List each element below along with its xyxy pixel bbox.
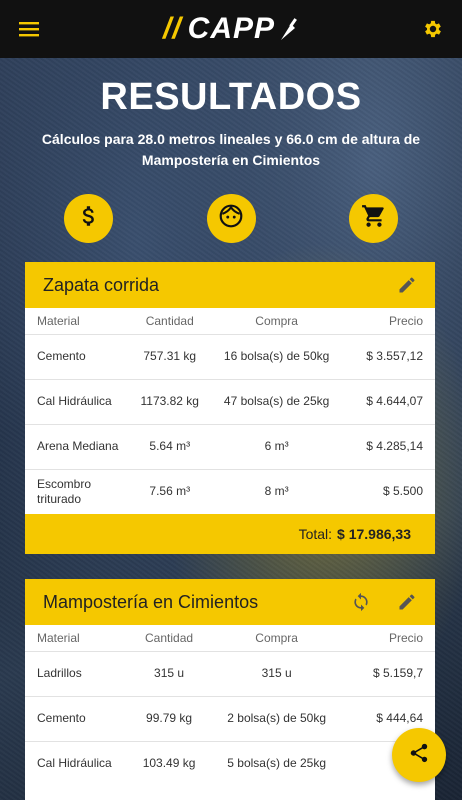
trowel-icon bbox=[281, 18, 297, 40]
purchase-cell: 6 m³ bbox=[207, 423, 346, 469]
action-buttons bbox=[0, 194, 462, 243]
card-header: Zapata corrida bbox=[25, 262, 435, 308]
price-cell: $ 5.159,7 bbox=[346, 650, 435, 696]
zapata-corrida-card: Zapata corrida Material Cantidad Compra … bbox=[25, 262, 435, 554]
price-cell: $ 4.285,14 bbox=[345, 423, 435, 469]
page-title: RESULTADOS bbox=[100, 76, 362, 118]
column-header: Precio bbox=[388, 313, 423, 328]
column-header: Material bbox=[37, 630, 80, 645]
card-title: Mampostería en Cimientos bbox=[43, 591, 259, 612]
price-cell: $ 5.500 bbox=[345, 468, 435, 514]
gear-icon[interactable] bbox=[420, 16, 446, 42]
column-header: Compra bbox=[255, 630, 298, 645]
card-title: Zapata corrida bbox=[43, 274, 160, 295]
total-label: Total: bbox=[298, 526, 333, 542]
material-cell: Ladrillos bbox=[25, 650, 132, 696]
purchase-cell: 47 bolsa(s) de 25kg bbox=[207, 378, 346, 424]
profile-button[interactable] bbox=[206, 194, 256, 243]
quantity-cell: 757.31 kg bbox=[131, 333, 208, 379]
purchase-cell: 315 u bbox=[206, 650, 347, 696]
total-bar: Total: $ 17.986,33 bbox=[25, 514, 435, 554]
table-row: Cal Hidráulica 103.49 kg 5 bolsa(s) de 2… bbox=[25, 740, 435, 786]
quantity-cell: 5.64 m³ bbox=[131, 423, 208, 469]
column-header: Precio bbox=[388, 630, 423, 645]
table-row: Cemento 99.79 kg 2 bolsa(s) de 50kg $ 44… bbox=[25, 695, 435, 741]
price-cell: $ 4.644,07 bbox=[345, 378, 435, 424]
material-cell: Cal Hidráulica bbox=[25, 378, 132, 424]
page-subtitle: Cálculos para 28.0 metros lineales y 66.… bbox=[41, 131, 421, 168]
quantity-cell: 103.49 kg bbox=[131, 740, 207, 786]
table-row: Arena Mediana 5.64 m³ 6 m³ $ 4.285,14 bbox=[25, 423, 435, 469]
column-header: Cantidad bbox=[145, 630, 194, 645]
materials-table: Material Cantidad Compra Precio Cemento … bbox=[25, 308, 435, 514]
edit-icon[interactable] bbox=[395, 273, 419, 297]
cart-button[interactable] bbox=[349, 194, 398, 243]
quantity-cell: 99.79 kg bbox=[131, 695, 207, 741]
quantity-cell: 1173.82 kg bbox=[131, 378, 208, 424]
purchase-cell: 8 m³ bbox=[207, 468, 346, 514]
column-header: Material bbox=[37, 313, 80, 328]
material-cell: Escombro triturado bbox=[25, 468, 132, 514]
materials-table: Material Cantidad Compra Precio Ladrillo… bbox=[25, 625, 435, 786]
app-bar: // CAPP bbox=[0, 0, 462, 58]
edit-icon[interactable] bbox=[395, 590, 419, 614]
cart-icon bbox=[361, 203, 387, 234]
hamburger-menu-icon[interactable] bbox=[16, 16, 42, 42]
table-row: Cemento 757.31 kg 16 bolsa(s) de 50kg $ … bbox=[25, 333, 435, 379]
mamposteria-card: Mampostería en Cimientos Material Cantid… bbox=[25, 579, 435, 800]
quantity-cell: 315 u bbox=[131, 650, 207, 696]
column-header: Cantidad bbox=[145, 313, 194, 328]
material-cell: Cemento bbox=[25, 695, 132, 741]
table-row: Cal Hidráulica 1173.82 kg 47 bolsa(s) de… bbox=[25, 378, 435, 424]
face-icon bbox=[218, 203, 244, 234]
table-row: Ladrillos 315 u 315 u $ 5.159,7 bbox=[25, 650, 435, 696]
material-cell: Cal Hidráulica bbox=[25, 740, 132, 786]
material-cell: Arena Mediana bbox=[25, 423, 132, 469]
purchase-cell: 2 bolsa(s) de 50kg bbox=[206, 695, 347, 741]
share-button[interactable] bbox=[392, 728, 446, 782]
logo-text: CAPP bbox=[187, 12, 276, 45]
table-header-row: Material Cantidad Compra Precio bbox=[25, 625, 435, 651]
sync-icon[interactable] bbox=[349, 590, 373, 614]
material-cell: Cemento bbox=[25, 333, 132, 379]
dollar-icon bbox=[76, 203, 102, 234]
cost-button[interactable] bbox=[64, 194, 113, 243]
column-header: Compra bbox=[255, 313, 298, 328]
share-icon bbox=[408, 742, 430, 769]
card-header: Mampostería en Cimientos bbox=[25, 579, 435, 625]
purchase-cell: 5 bolsa(s) de 25kg bbox=[206, 740, 347, 786]
price-cell: $ 3.557,12 bbox=[345, 333, 435, 379]
table-row: Escombro triturado 7.56 m³ 8 m³ $ 5.500 bbox=[25, 468, 435, 514]
table-header-row: Material Cantidad Compra Precio bbox=[25, 308, 435, 334]
total-value: $ 17.986,33 bbox=[337, 526, 411, 542]
logo-slashes: // bbox=[162, 12, 182, 45]
quantity-cell: 7.56 m³ bbox=[131, 468, 208, 514]
purchase-cell: 16 bolsa(s) de 50kg bbox=[207, 333, 346, 379]
app-logo: // CAPP bbox=[163, 12, 299, 46]
